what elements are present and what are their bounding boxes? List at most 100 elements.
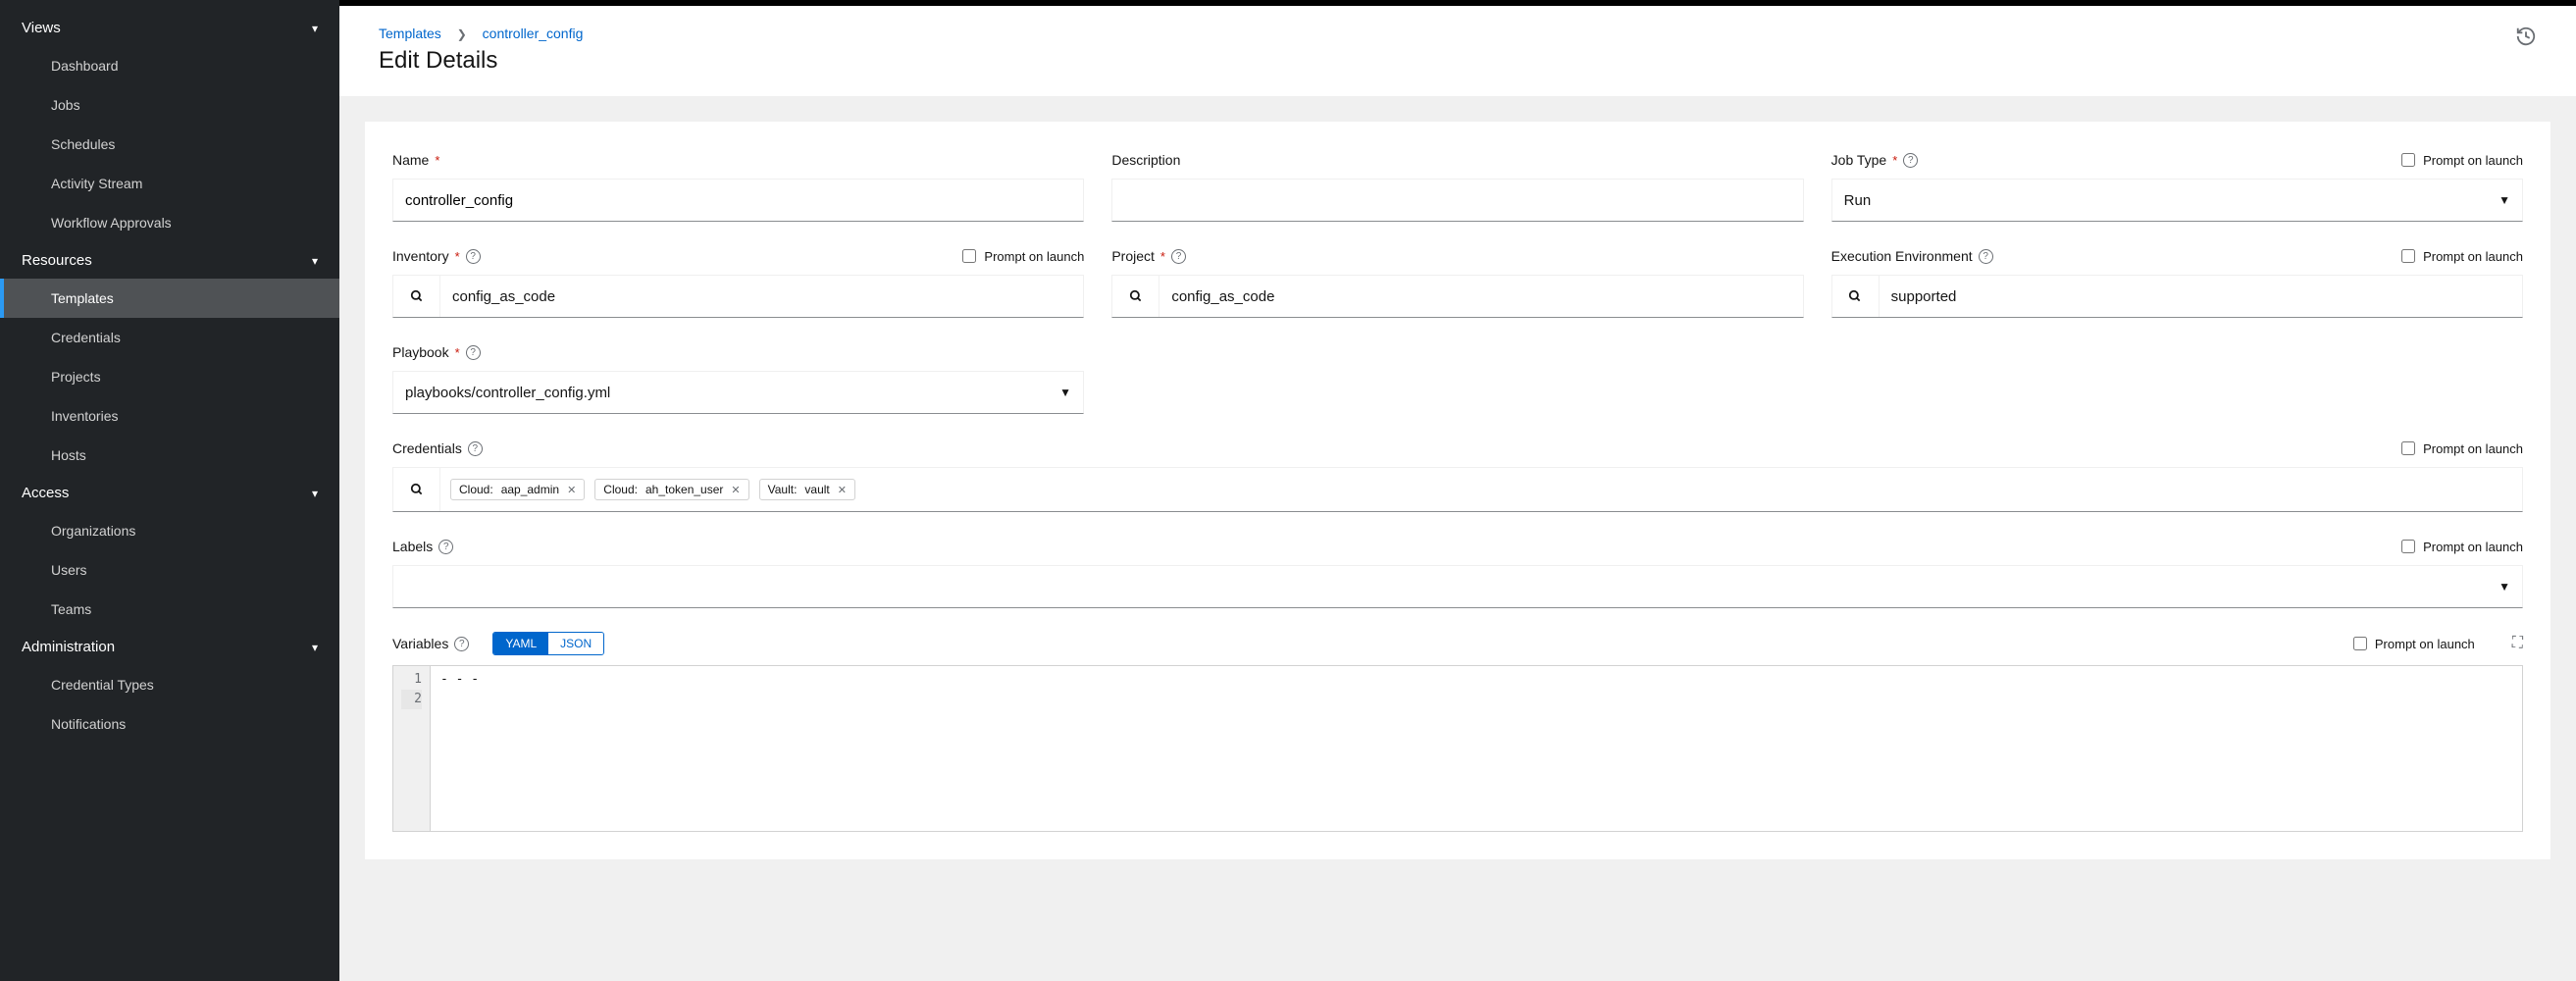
breadcrumb-controller-config[interactable]: controller_config — [483, 26, 584, 41]
nav-group-administration[interactable]: Administration ▾ — [0, 629, 339, 665]
labels-prompt-checkbox[interactable] — [2401, 540, 2415, 553]
search-icon[interactable] — [1832, 276, 1880, 317]
name-input[interactable] — [392, 179, 1084, 222]
nav-item-dashboard[interactable]: Dashboard — [0, 46, 339, 85]
code-line: - - - — [440, 670, 2512, 690]
project-lookup[interactable]: config_as_code — [1111, 275, 1803, 318]
nav-item-notifications[interactable]: Notifications — [0, 704, 339, 744]
nav-item-workflow-approvals[interactable]: Workflow Approvals — [0, 203, 339, 242]
project-value: config_as_code — [1159, 288, 1802, 305]
credentials-prompt-checkbox[interactable] — [2401, 441, 2415, 455]
exec-env-value: supported — [1880, 288, 2522, 305]
exec-env-prompt-checkbox[interactable] — [2401, 249, 2415, 263]
nav-item-organizations[interactable]: Organizations — [0, 511, 339, 550]
help-icon[interactable]: ? — [466, 249, 481, 264]
caret-down-icon: ▼ — [2499, 193, 2510, 207]
credential-chip: Vault: vault ✕ — [759, 479, 855, 500]
breadcrumb-templates[interactable]: Templates — [379, 26, 441, 41]
search-icon[interactable] — [393, 468, 440, 511]
yaml-toggle[interactable]: YAML — [493, 633, 548, 654]
job-type-prompt[interactable]: Prompt on launch — [2401, 153, 2523, 168]
help-icon[interactable]: ? — [468, 441, 483, 456]
breadcrumbs: Templates ❯ controller_config — [379, 26, 583, 41]
help-icon[interactable]: ? — [1171, 249, 1186, 264]
inventory-lookup[interactable]: config_as_code — [392, 275, 1084, 318]
editor-gutter: 1 2 — [393, 666, 431, 831]
breadcrumb-separator-icon: ❯ — [457, 27, 467, 41]
inventory-value: config_as_code — [440, 288, 1083, 305]
credentials-prompt[interactable]: Prompt on launch — [2401, 441, 2523, 456]
chevron-down-icon: ▾ — [312, 22, 318, 35]
form-card: Name * Description Job Type * ? Prompt o… — [365, 122, 2550, 859]
inventory-prompt[interactable]: Prompt on launch — [962, 249, 1084, 264]
nav-group-label: Resources — [22, 252, 92, 269]
history-icon[interactable] — [2515, 26, 2537, 47]
help-icon[interactable]: ? — [466, 345, 481, 360]
main: Templates ❯ controller_config Edit Detai… — [339, 0, 2576, 981]
json-toggle[interactable]: JSON — [548, 633, 603, 654]
line-number: 2 — [401, 690, 422, 709]
remove-chip-icon[interactable]: ✕ — [567, 484, 576, 496]
search-icon[interactable] — [393, 276, 440, 317]
nav-group-resources[interactable]: Resources ▾ — [0, 242, 339, 279]
labels-label: Labels — [392, 539, 433, 554]
job-type-value: Run — [1844, 192, 1872, 209]
required-marker: * — [455, 345, 460, 360]
line-number: 1 — [401, 670, 422, 690]
inventory-label: Inventory — [392, 248, 449, 264]
exec-env-prompt[interactable]: Prompt on launch — [2401, 249, 2523, 264]
labels-select[interactable]: ▼ — [392, 565, 2523, 608]
exec-env-lookup[interactable]: supported — [1831, 275, 2523, 318]
variables-editor[interactable]: 1 2 - - - — [392, 665, 2523, 832]
expand-icon[interactable]: ⛶ — [2512, 635, 2523, 652]
nav-group-views[interactable]: Views ▾ — [0, 10, 339, 46]
credentials-lookup[interactable]: Cloud: aap_admin ✕ Cloud: ah_token_user … — [392, 467, 2523, 512]
nav-item-users[interactable]: Users — [0, 550, 339, 590]
nav-group-access[interactable]: Access ▾ — [0, 475, 339, 511]
field-playbook: Playbook * ? playbooks/controller_config… — [392, 341, 1084, 414]
field-labels: Labels ? Prompt on launch ▼ — [392, 536, 2523, 608]
nav-item-projects[interactable]: Projects — [0, 357, 339, 396]
nav-item-hosts[interactable]: Hosts — [0, 436, 339, 475]
job-type-label: Job Type — [1831, 152, 1887, 168]
nav-item-activity-stream[interactable]: Activity Stream — [0, 164, 339, 203]
field-name: Name * — [392, 149, 1084, 222]
search-icon[interactable] — [1112, 276, 1159, 317]
field-exec-env: Execution Environment ? Prompt on launch… — [1831, 245, 2523, 318]
help-icon[interactable]: ? — [454, 637, 469, 651]
variables-label: Variables — [392, 636, 448, 651]
help-icon[interactable]: ? — [1903, 153, 1918, 168]
job-type-prompt-checkbox[interactable] — [2401, 153, 2415, 167]
nav-item-jobs[interactable]: Jobs — [0, 85, 339, 125]
sidebar: Views ▾ Dashboard Jobs Schedules Activit… — [0, 0, 339, 981]
nav-item-schedules[interactable]: Schedules — [0, 125, 339, 164]
field-job-type: Job Type * ? Prompt on launch Run ▼ — [1831, 149, 2523, 222]
playbook-value: playbooks/controller_config.yml — [405, 385, 610, 401]
variables-prompt[interactable]: Prompt on launch — [2353, 637, 2475, 651]
nav-item-templates[interactable]: Templates — [0, 279, 339, 318]
remove-chip-icon[interactable]: ✕ — [838, 484, 847, 496]
required-marker: * — [435, 153, 439, 168]
chevron-down-icon: ▾ — [312, 641, 318, 654]
required-marker: * — [1160, 249, 1165, 264]
name-label: Name — [392, 152, 429, 168]
help-icon[interactable]: ? — [438, 540, 453, 554]
field-description: Description — [1111, 149, 1803, 222]
variables-format-toggle: YAML JSON — [492, 632, 604, 655]
labels-prompt[interactable]: Prompt on launch — [2401, 540, 2523, 554]
nav-item-credentials[interactable]: Credentials — [0, 318, 339, 357]
field-inventory: Inventory * ? Prompt on launch config_as… — [392, 245, 1084, 318]
nav-item-teams[interactable]: Teams — [0, 590, 339, 629]
nav-item-credential-types[interactable]: Credential Types — [0, 665, 339, 704]
nav-item-inventories[interactable]: Inventories — [0, 396, 339, 436]
playbook-select[interactable]: playbooks/controller_config.yml ▼ — [392, 371, 1084, 414]
variables-prompt-checkbox[interactable] — [2353, 637, 2367, 650]
required-marker: * — [455, 249, 460, 264]
help-icon[interactable]: ? — [1979, 249, 1993, 264]
description-input[interactable] — [1111, 179, 1803, 222]
editor-content[interactable]: - - - — [431, 666, 2522, 831]
remove-chip-icon[interactable]: ✕ — [731, 484, 740, 496]
job-type-select[interactable]: Run ▼ — [1831, 179, 2523, 222]
field-credentials: Credentials ? Prompt on launch Cloud: aa… — [392, 438, 2523, 512]
inventory-prompt-checkbox[interactable] — [962, 249, 976, 263]
